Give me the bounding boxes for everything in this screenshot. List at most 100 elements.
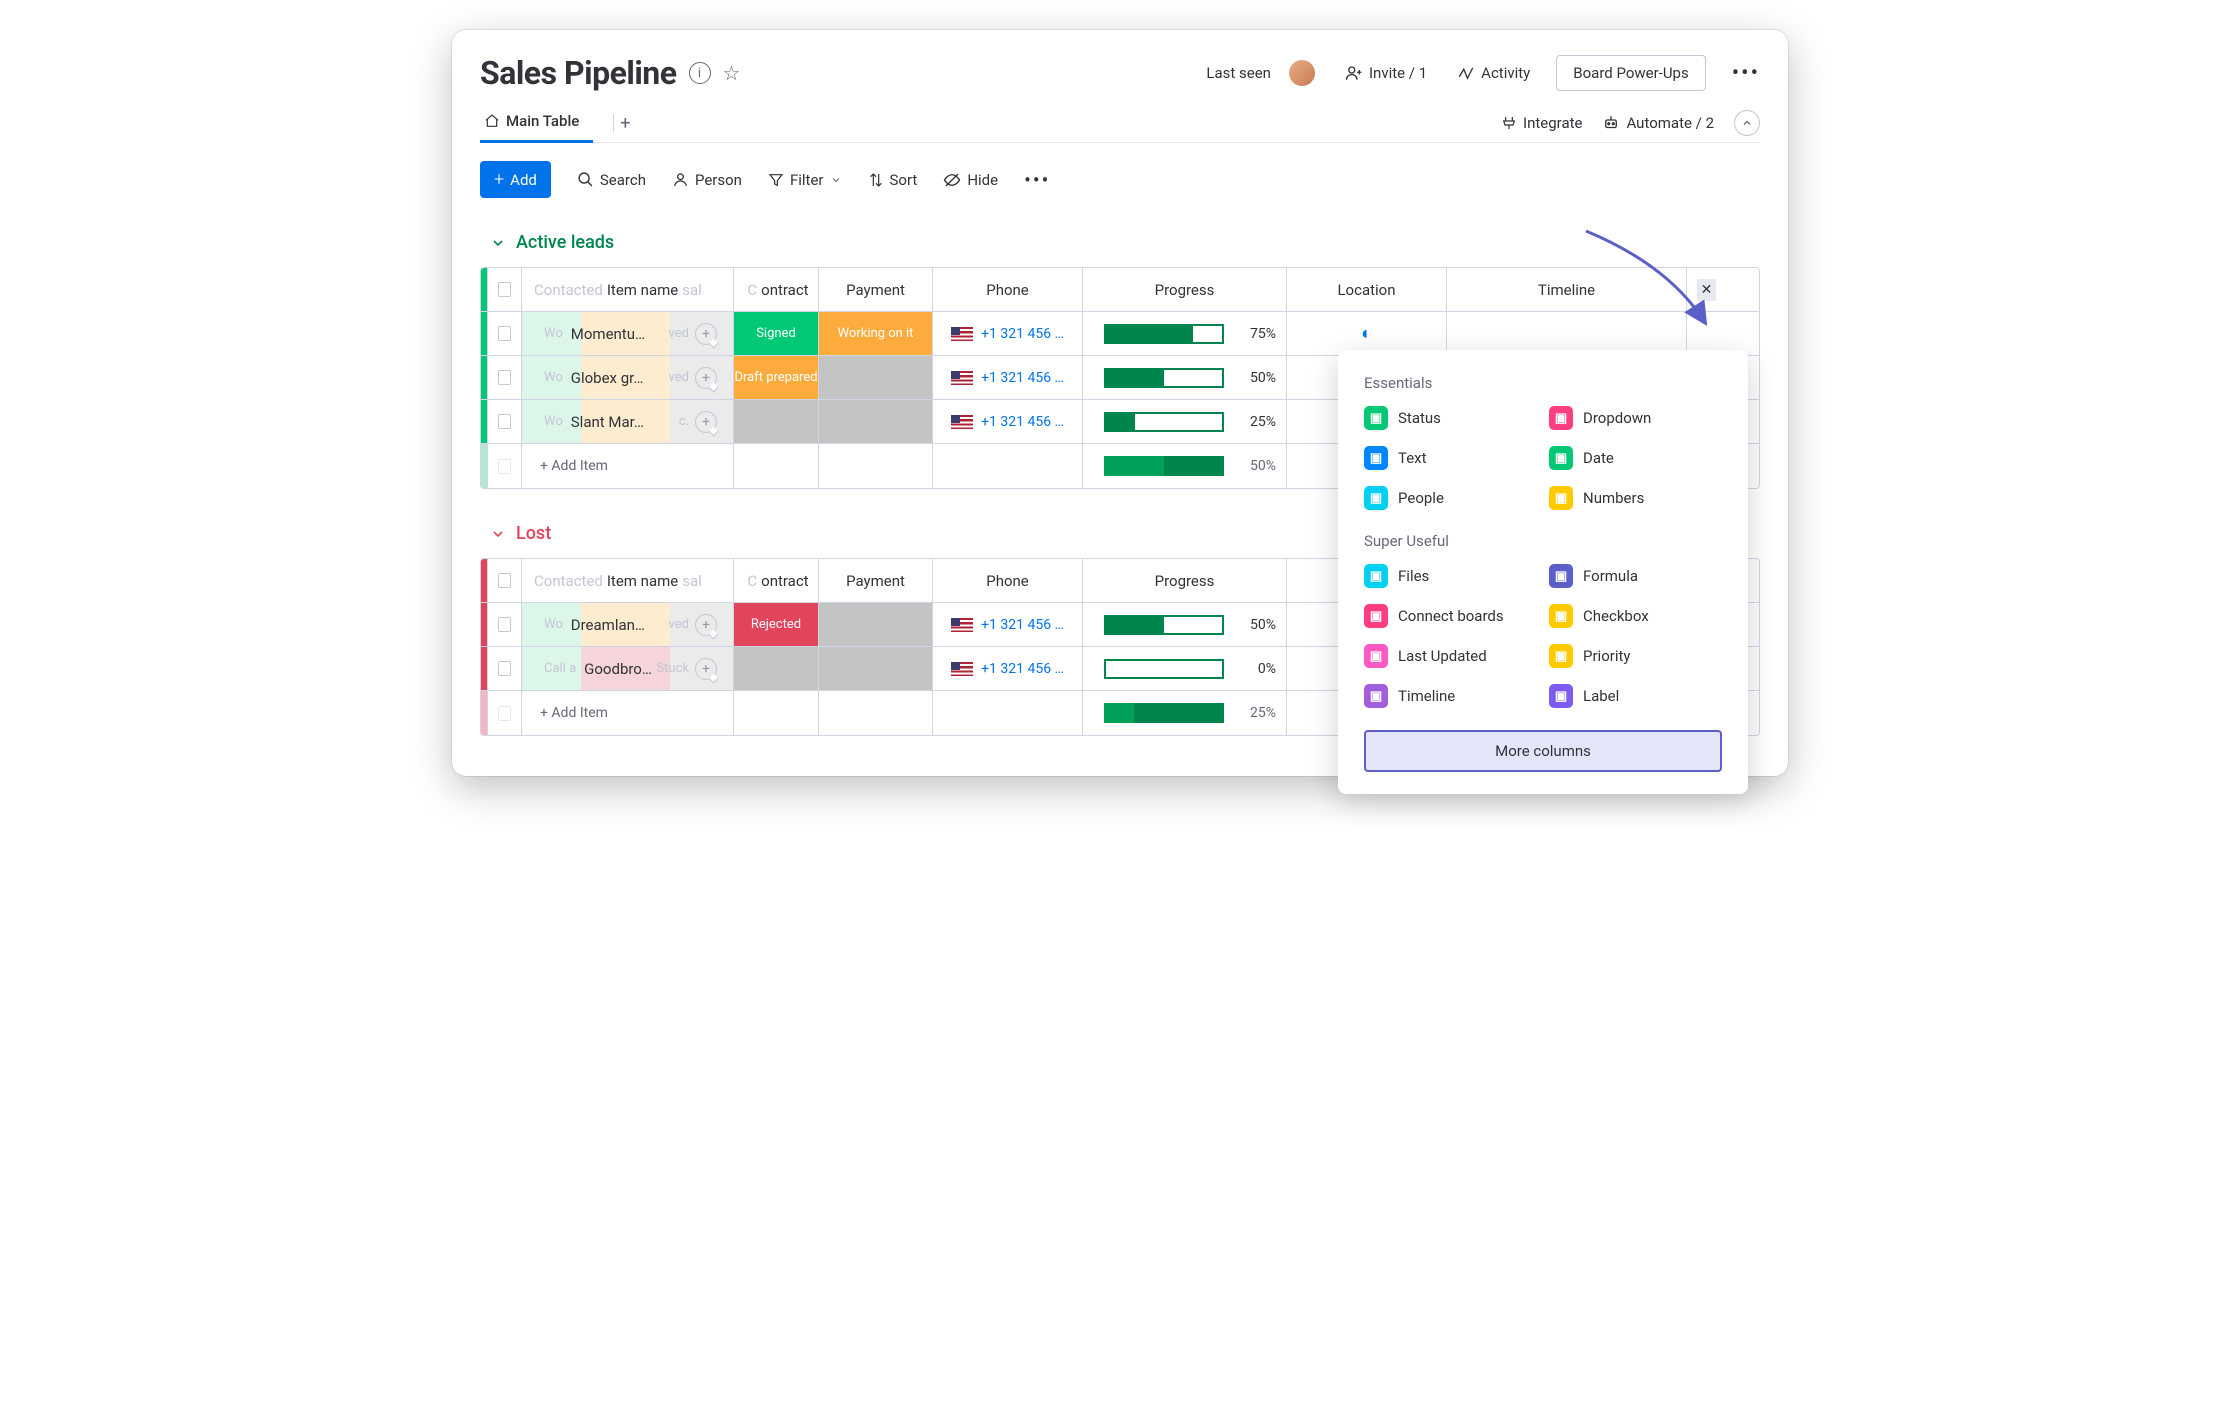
progress-percent: 50% (1234, 370, 1276, 386)
conversation-icon[interactable]: + (695, 614, 717, 636)
row-checkbox[interactable] (498, 326, 511, 341)
progress-cell[interactable]: 25% (1082, 400, 1286, 443)
more-columns-button[interactable]: More columns (1364, 730, 1722, 772)
column-type-connect-boards[interactable]: ▣Connect boards (1364, 604, 1537, 628)
phone-cell[interactable]: +1 321 456 … (932, 603, 1082, 646)
col-progress[interactable]: Progress (1082, 559, 1286, 602)
column-type-files[interactable]: ▣Files (1364, 564, 1537, 588)
group-title[interactable]: Active leads (516, 232, 614, 253)
conversation-icon[interactable]: + (695, 411, 717, 433)
row-checkbox[interactable] (498, 370, 511, 385)
column-type-date[interactable]: ▣Date (1549, 446, 1722, 470)
column-type-dropdown[interactable]: ▣Dropdown (1549, 406, 1722, 430)
contract-cell[interactable] (733, 400, 818, 443)
payment-cell[interactable] (818, 603, 932, 646)
column-type-priority[interactable]: ▣Priority (1549, 644, 1722, 668)
phone-cell[interactable]: +1 321 456 … (932, 356, 1082, 399)
payment-cell[interactable] (818, 356, 932, 399)
contract-cell[interactable]: Signed (733, 312, 818, 355)
column-type-formula[interactable]: ▣Formula (1549, 564, 1722, 588)
progress-cell[interactable]: 50% (1082, 603, 1286, 646)
progress-cell[interactable]: 75% (1082, 312, 1286, 355)
col-phone[interactable]: Phone (932, 268, 1082, 311)
col-phone[interactable]: Phone (932, 559, 1082, 602)
payment-cell[interactable]: Working on it (818, 312, 932, 355)
favorite-icon[interactable]: ☆ (723, 61, 741, 85)
integrate-button[interactable]: Integrate (1501, 114, 1582, 132)
item-name: Goodbrot… (584, 660, 656, 678)
select-all-checkbox[interactable] (498, 282, 511, 297)
column-type-people[interactable]: ▣People (1364, 486, 1537, 510)
sort-button[interactable]: Sort (868, 171, 918, 189)
powerups-button[interactable]: Board Power-Ups (1556, 55, 1705, 91)
avatar[interactable] (1289, 60, 1315, 86)
group-title[interactable]: Lost (516, 523, 551, 544)
payment-cell[interactable] (818, 647, 932, 690)
search-button[interactable]: Search (577, 171, 646, 189)
phone-cell[interactable]: +1 321 456 … (932, 400, 1082, 443)
conversation-icon[interactable]: + (695, 323, 717, 345)
add-item-inline[interactable]: + Add Item (521, 691, 733, 735)
item-name-cell[interactable]: Call aGoodbrot…Stuck+ (521, 647, 733, 690)
contract-cell[interactable]: Draft prepared (733, 356, 818, 399)
col-contract[interactable]: Contract (733, 268, 818, 311)
row-checkbox[interactable] (498, 706, 511, 721)
column-type-last-updated[interactable]: ▣Last Updated (1364, 644, 1537, 668)
conversation-icon[interactable]: + (695, 658, 717, 680)
col-location[interactable]: Location (1286, 268, 1446, 311)
column-type-timeline[interactable]: ▣Timeline (1364, 684, 1537, 708)
col-progress[interactable]: Progress (1082, 268, 1286, 311)
col-contract[interactable]: Contract (733, 559, 818, 602)
add-item-inline[interactable]: + Add Item (521, 444, 733, 488)
person-filter-button[interactable]: Person (672, 171, 742, 189)
payment-cell[interactable] (818, 400, 932, 443)
filter-button[interactable]: Filter (768, 171, 842, 189)
col-item-name[interactable]: ContactedItem namesal (521, 268, 733, 311)
automate-button[interactable]: Automate / 2 (1602, 114, 1714, 132)
progress-cell[interactable]: 0% (1082, 647, 1286, 690)
tab-main-table[interactable]: Main Table (480, 104, 593, 143)
row-checkbox[interactable] (498, 617, 511, 632)
column-type-status[interactable]: ▣Status (1364, 406, 1537, 430)
item-name-cell[interactable]: WoSlant Mar…c.+ (521, 400, 733, 443)
add-view-button[interactable]: + (620, 113, 630, 134)
column-type-text[interactable]: ▣Text (1364, 446, 1537, 470)
progress-cell[interactable]: 50% (1082, 356, 1286, 399)
progress-percent: 50% (1234, 458, 1276, 474)
select-all-checkbox[interactable] (498, 573, 511, 588)
add-item-button[interactable]: + Add (480, 161, 551, 198)
activity-button[interactable]: Activity (1457, 64, 1530, 82)
invite-button[interactable]: Invite / 1 (1345, 64, 1427, 82)
contract-cell[interactable]: Rejected (733, 603, 818, 646)
col-payment[interactable]: Payment (818, 559, 932, 602)
column-type-numbers[interactable]: ▣Numbers (1549, 486, 1722, 510)
location-cell[interactable]: ◐ (1286, 312, 1446, 355)
contract-cell[interactable] (733, 647, 818, 690)
conversation-icon[interactable]: + (695, 367, 717, 389)
column-type-label: People (1398, 489, 1444, 507)
col-payment[interactable]: Payment (818, 268, 932, 311)
collapse-header-button[interactable] (1734, 110, 1760, 136)
column-type-checkbox[interactable]: ▣Checkbox (1549, 604, 1722, 628)
column-type-icon: ▣ (1364, 406, 1388, 430)
row-checkbox[interactable] (498, 459, 511, 474)
chevron-down-icon[interactable] (490, 526, 506, 542)
row-checkbox[interactable] (498, 414, 511, 429)
phone-cell[interactable]: +1 321 456 … (932, 312, 1082, 355)
toolbar-more-icon[interactable]: ••• (1024, 168, 1050, 192)
item-name-cell[interactable]: WoGlobex gr…ved+ (521, 356, 733, 399)
chevron-down-icon (830, 174, 842, 186)
phone-cell[interactable]: +1 321 456 … (932, 647, 1082, 690)
col-item-name[interactable]: ContactedItem namesal (521, 559, 733, 602)
item-name-cell[interactable]: WoMomentu…ved+ (521, 312, 733, 355)
column-type-icon: ▣ (1549, 406, 1573, 430)
hide-button[interactable]: Hide (943, 171, 998, 189)
board-menu-icon[interactable]: ••• (1732, 61, 1760, 86)
super-useful-heading: Super Useful (1364, 532, 1722, 550)
info-icon[interactable]: i (689, 62, 711, 84)
item-name-cell[interactable]: WoDreamlan…ved+ (521, 603, 733, 646)
eye-off-icon (943, 171, 961, 189)
chevron-down-icon[interactable] (490, 235, 506, 251)
row-checkbox[interactable] (498, 661, 511, 676)
column-type-label[interactable]: ▣Label (1549, 684, 1722, 708)
